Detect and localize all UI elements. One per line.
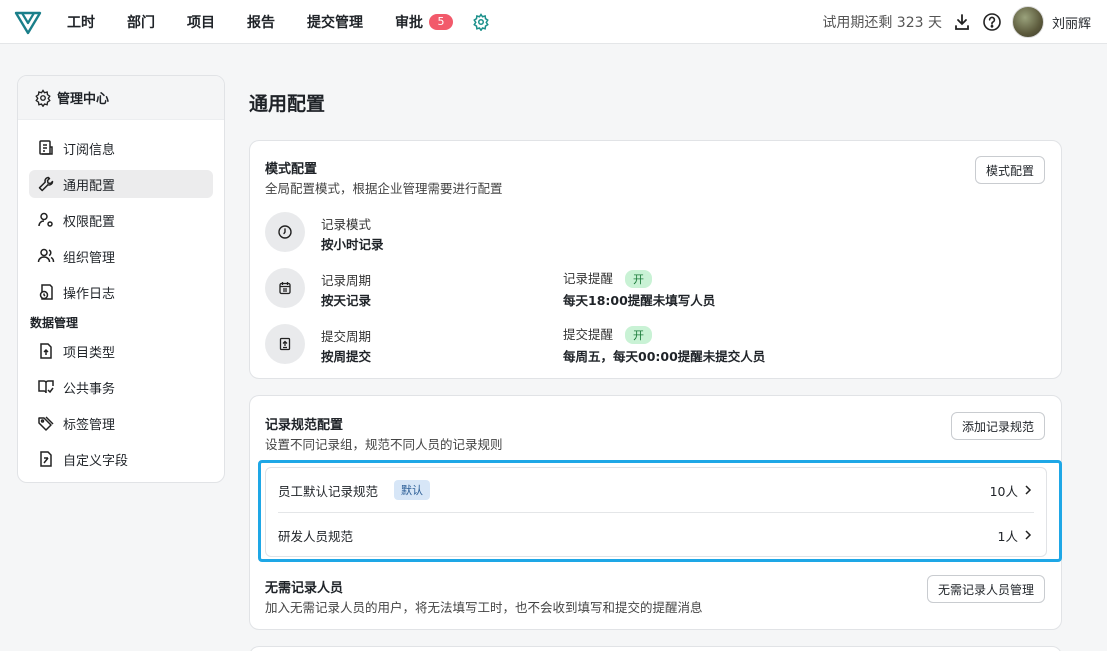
- top-navbar: 工时 部门 项目 报告 提交管理 审批 5 试用期还剩 323 天 刘丽辉: [0, 0, 1107, 44]
- rule-name: 研发人员规范: [278, 528, 354, 544]
- page-title: 通用配置: [249, 93, 326, 115]
- next-card-partial: [249, 646, 1062, 651]
- rule-member-count: 10人: [990, 481, 1034, 500]
- clock-icon: [265, 212, 305, 252]
- download-icon[interactable]: [952, 12, 972, 32]
- log-icon: [37, 283, 55, 301]
- admin-sidebar: 管理中心 订阅信息 通用配置 权限配置 组织管理 操作日志 数据管理 项目类型 …: [17, 75, 225, 483]
- sidebar-item-subscription[interactable]: 订阅信息: [29, 134, 213, 162]
- sidebar-item-label: 公共事务: [63, 381, 116, 397]
- record-rule-list: 员工默认记录规范 默认 10人 研发人员规范 1人: [265, 467, 1047, 557]
- sidebar-title: 管理中心: [57, 92, 110, 107]
- record-rule-desc: 设置不同记录组，规范不同人员的记录规则: [265, 437, 503, 452]
- chevron-right-icon: [1025, 530, 1032, 540]
- submit-period-label: 提交周期: [321, 329, 372, 344]
- sidebar-item-label: 组织管理: [63, 250, 116, 266]
- submit-period-value: 按周提交: [321, 349, 372, 364]
- nav-item-timesheet[interactable]: 工时: [67, 12, 95, 32]
- username[interactable]: 刘丽辉: [1052, 13, 1091, 32]
- avatar[interactable]: [1011, 6, 1044, 38]
- logo-icon[interactable]: [14, 8, 42, 36]
- custom-field-icon: [37, 450, 55, 468]
- rule-count-text: 1人: [997, 528, 1018, 544]
- calendar-icon: [265, 268, 305, 308]
- record-reminder-label: 记录提醒: [563, 271, 614, 286]
- default-tag: 默认: [394, 480, 431, 500]
- list-item[interactable]: 员工默认记录规范 默认 10人: [278, 468, 1034, 512]
- record-reminder-row: 记录提醒开: [563, 268, 653, 288]
- sidebar-item-label: 项目类型: [63, 345, 116, 361]
- add-record-rule-button[interactable]: 添加记录规范: [951, 412, 1046, 440]
- submit-document-icon: [265, 324, 305, 364]
- submit-reminder-value: 每周五，每天00:00提醒未提交人员: [563, 349, 766, 364]
- exempt-users-desc: 加入无需记录人员的用户，将无法填写工时，也不会收到填写和提交的提醒消息: [265, 600, 703, 615]
- submit-reminder-row: 提交提醒开: [563, 324, 653, 344]
- nav-item-department[interactable]: 部门: [127, 12, 155, 32]
- main-nav: 工时 部门 项目 报告 提交管理 审批 5: [52, 0, 490, 44]
- sidebar-item-organization[interactable]: 组织管理: [29, 242, 213, 270]
- sidebar-list: 订阅信息 通用配置 权限配置 组织管理 操作日志 数据管理 项目类型 公共事务 …: [18, 120, 224, 482]
- subscription-icon: [37, 139, 55, 157]
- rule-member-count: 1人: [998, 526, 1034, 545]
- approval-count-badge: 5: [429, 14, 453, 30]
- sidebar-item-public-affairs[interactable]: 公共事务: [29, 373, 213, 401]
- record-period-label: 记录周期: [321, 273, 372, 288]
- sidebar-item-general-config[interactable]: 通用配置: [29, 170, 213, 198]
- nav-item-approval[interactable]: 审批 5: [395, 12, 453, 32]
- nav-item-report[interactable]: 报告: [247, 12, 275, 32]
- sidebar-item-label: 自定义字段: [63, 453, 129, 469]
- mode-config-button[interactable]: 模式配置: [975, 156, 1046, 184]
- users-icon: [37, 247, 55, 265]
- rule-name: 员工默认记录规范: [278, 483, 379, 499]
- record-mode-value: 按小时记录: [321, 237, 384, 252]
- record-reminder-on-tag: 开: [625, 270, 653, 288]
- list-item[interactable]: 研发人员规范 1人: [278, 513, 1034, 557]
- record-mode-label: 记录模式: [321, 217, 372, 232]
- sidebar-item-label: 操作日志: [63, 286, 116, 302]
- wrench-icon: [37, 175, 55, 193]
- help-icon[interactable]: [982, 12, 1002, 32]
- submit-reminder-label: 提交提醒: [563, 327, 614, 342]
- sidebar-item-permission[interactable]: 权限配置: [29, 206, 213, 234]
- sidebar-item-tag-management[interactable]: 标签管理: [29, 409, 213, 437]
- submit-reminder-on-tag: 开: [625, 326, 653, 344]
- user-permission-icon: [37, 211, 55, 229]
- sidebar-item-operation-log[interactable]: 操作日志: [29, 278, 213, 306]
- nav-item-project[interactable]: 项目: [187, 12, 215, 32]
- trial-remaining-text: 试用期还剩 323 天: [822, 15, 942, 31]
- mode-config-title: 模式配置: [265, 162, 318, 177]
- record-reminder-value: 每天18:00提醒未填写人员: [563, 293, 716, 308]
- rule-count-text: 10人: [989, 483, 1018, 499]
- project-type-icon: [37, 342, 55, 360]
- top-right-area: 试用期还剩 323 天 刘丽辉: [822, 0, 1091, 44]
- nav-item-approval-label: 审批: [395, 15, 423, 31]
- tag-icon: [37, 414, 55, 432]
- chevron-right-icon: [1025, 485, 1032, 495]
- record-period-value: 按天记录: [321, 293, 372, 308]
- sidebar-section-data: 数据管理: [30, 316, 79, 330]
- sidebar-item-label: 权限配置: [63, 214, 116, 230]
- nav-item-submission[interactable]: 提交管理: [307, 12, 363, 32]
- gear-icon: [34, 88, 52, 107]
- sidebar-item-label: 通用配置: [63, 178, 116, 194]
- gear-icon[interactable]: [472, 13, 490, 31]
- record-rule-title: 记录规范配置: [265, 418, 344, 433]
- sidebar-header: 管理中心: [18, 76, 224, 120]
- mode-config-desc: 全局配置模式，根据企业管理需要进行配置: [265, 181, 503, 196]
- exempt-users-manage-button[interactable]: 无需记录人员管理: [927, 575, 1046, 603]
- sidebar-item-label: 订阅信息: [63, 142, 116, 158]
- book-icon: [37, 378, 55, 396]
- exempt-users-title: 无需记录人员: [265, 581, 344, 596]
- mode-config-card: 模式配置 全局配置模式，根据企业管理需要进行配置 模式配置 记录模式 按小时记录…: [249, 140, 1062, 379]
- sidebar-item-custom-field[interactable]: 自定义字段: [29, 445, 213, 473]
- sidebar-item-label: 标签管理: [63, 417, 116, 433]
- sidebar-item-project-type[interactable]: 项目类型: [29, 337, 213, 365]
